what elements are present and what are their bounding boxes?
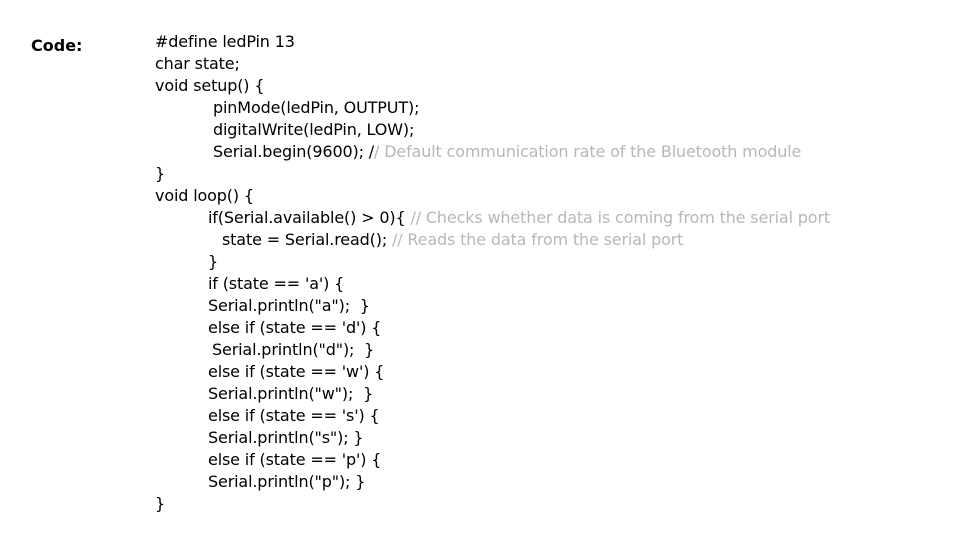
code-text: Serial.println("a"); } bbox=[208, 296, 370, 315]
code-line: Serial.begin(9600); // Default communica… bbox=[155, 141, 830, 163]
code-comment: // Checks whether data is coming from th… bbox=[405, 208, 830, 227]
code-text: #define ledPin 13 bbox=[155, 32, 295, 51]
code-text: Serial.begin(9600); / bbox=[213, 142, 375, 161]
code-line: void loop() { bbox=[155, 185, 830, 207]
code-text: if (state == 'a') { bbox=[208, 274, 345, 293]
code-text: Serial.println("d"); } bbox=[212, 340, 375, 359]
code-text: state = Serial.read(); bbox=[222, 230, 388, 249]
code-text: else if (state == 'd') { bbox=[208, 318, 382, 337]
code-line: } bbox=[155, 163, 830, 185]
code-text: } bbox=[155, 164, 166, 183]
code-text: void setup() { bbox=[155, 76, 265, 95]
code-text: } bbox=[208, 252, 219, 271]
code-line: Serial.println("s"); } bbox=[155, 427, 830, 449]
code-comment: / Default communication rate of the Blue… bbox=[374, 142, 802, 161]
code-text: Serial.println("w"); } bbox=[208, 384, 374, 403]
code-text: pinMode(ledPin, OUTPUT); bbox=[213, 98, 420, 117]
code-line: else if (state == 'p') { bbox=[155, 449, 830, 471]
code-line: state = Serial.read(); // Reads the data… bbox=[155, 229, 830, 251]
code-text: else if (state == 'p') { bbox=[208, 450, 382, 469]
code-line: Serial.println("w"); } bbox=[155, 383, 830, 405]
code-line: Serial.println("d"); } bbox=[155, 339, 830, 361]
code-line: if(Serial.available() > 0){ // Checks wh… bbox=[155, 207, 830, 229]
code-block: #define ledPin 13 char state; void setup()… bbox=[155, 31, 830, 515]
code-line: Serial.println("p"); } bbox=[155, 471, 830, 493]
code-line: else if (state == 'w') { bbox=[155, 361, 830, 383]
code-text: if(Serial.available() > 0){ bbox=[208, 208, 406, 227]
code-line: void setup() { bbox=[155, 75, 830, 97]
code-line: #define ledPin 13 bbox=[155, 31, 830, 53]
code-line: } bbox=[155, 251, 830, 273]
code-line: digitalWrite(ledPin, LOW); bbox=[155, 119, 830, 141]
code-text: digitalWrite(ledPin, LOW); bbox=[213, 120, 415, 139]
code-comment: // Reads the data from the serial port bbox=[387, 230, 684, 249]
code-line: if (state == 'a') { bbox=[155, 273, 830, 295]
code-text: else if (state == 's') { bbox=[208, 406, 380, 425]
code-line: char state; bbox=[155, 53, 830, 75]
slide: Code: #define ledPin 13 char state; void s… bbox=[0, 0, 960, 540]
code-text: else if (state == 'w') { bbox=[208, 362, 385, 381]
code-text: void loop() { bbox=[155, 186, 254, 205]
code-text: } bbox=[155, 494, 166, 513]
code-line: else if (state == 's') { bbox=[155, 405, 830, 427]
code-heading: Code: bbox=[31, 36, 83, 55]
code-text: Serial.println("p"); } bbox=[208, 472, 366, 491]
code-line: pinMode(ledPin, OUTPUT); bbox=[155, 97, 830, 119]
code-line: } bbox=[155, 493, 830, 515]
code-text: char state; bbox=[155, 54, 240, 73]
code-line: Serial.println("a"); } bbox=[155, 295, 830, 317]
code-line: else if (state == 'd') { bbox=[155, 317, 830, 339]
code-text: Serial.println("s"); } bbox=[208, 428, 364, 447]
